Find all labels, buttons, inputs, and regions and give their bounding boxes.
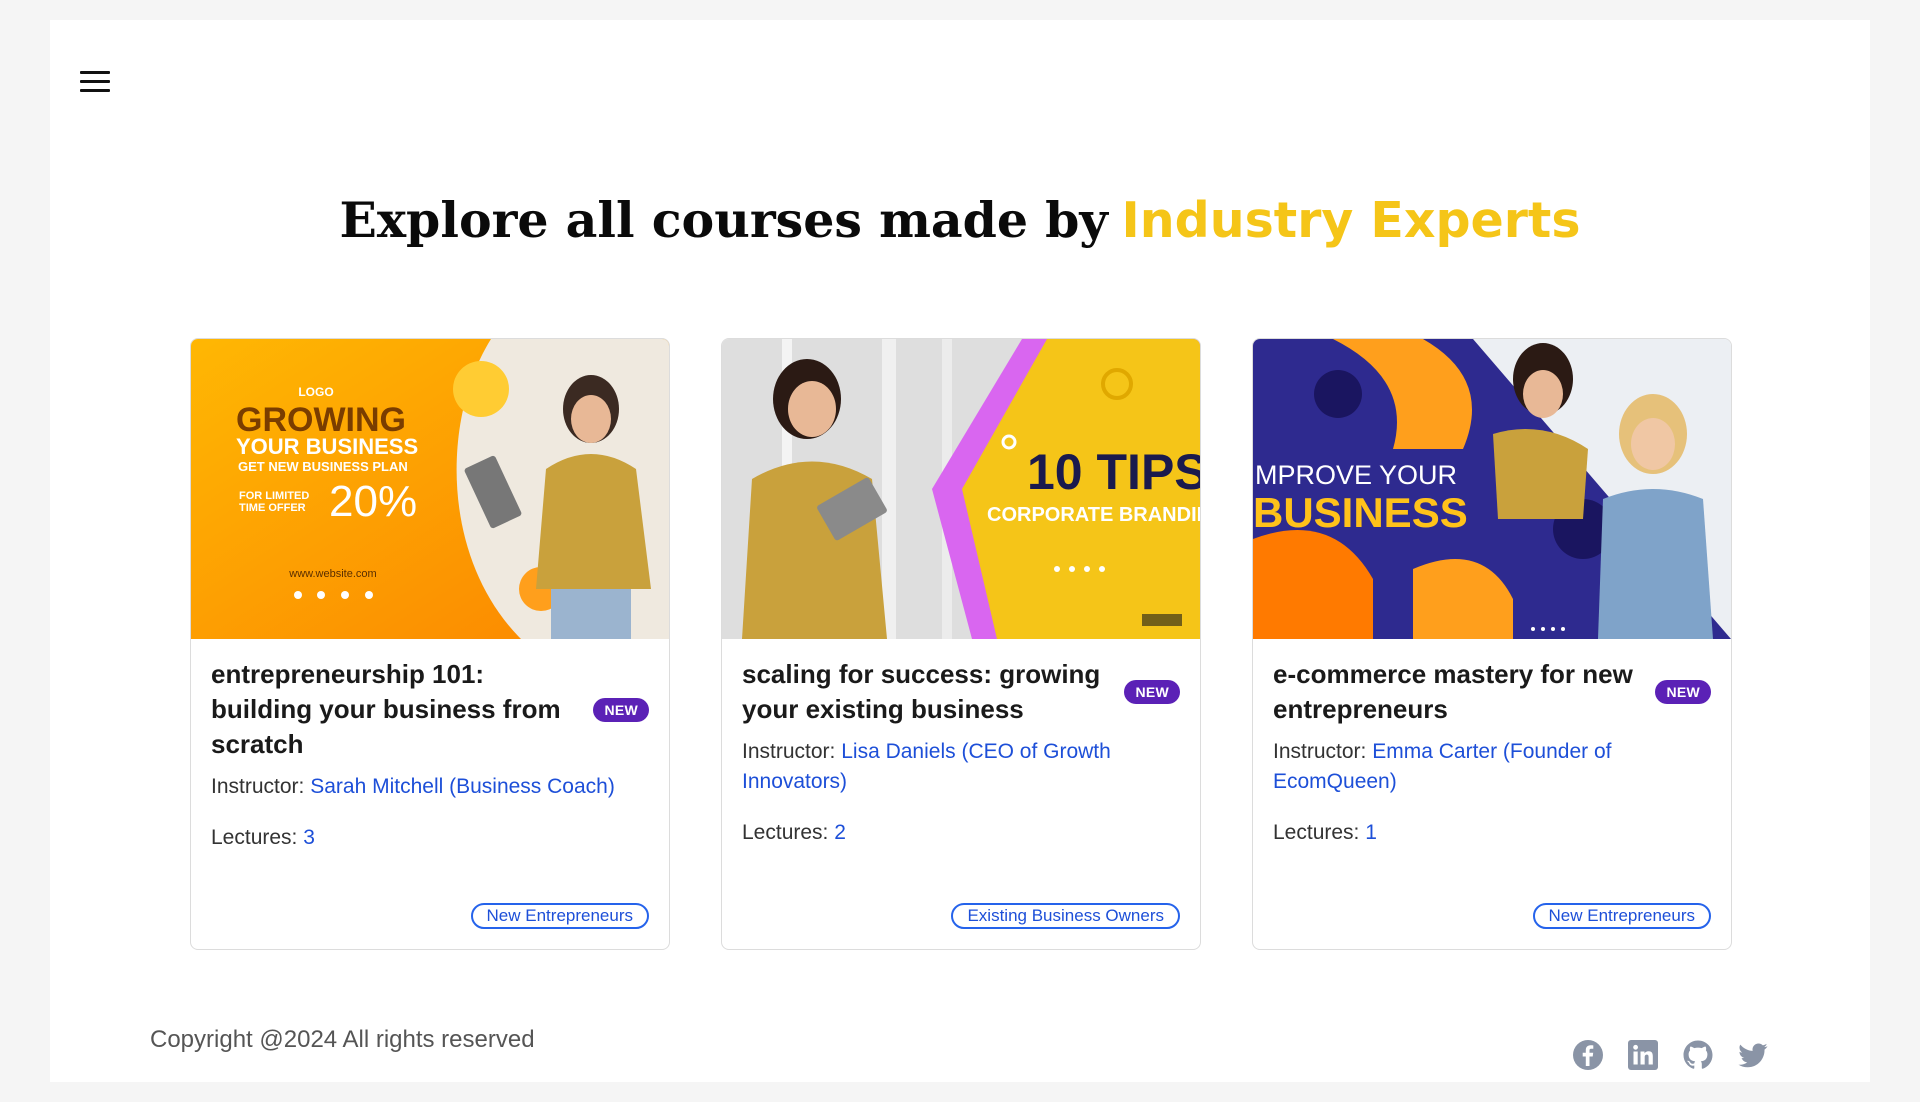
lectures-line: Lectures: 1 <box>1273 821 1711 845</box>
thumb-offer1: FOR LIMITED <box>239 490 309 502</box>
instructor-label: Instructor: <box>742 740 836 763</box>
instructor-link[interactable]: Sarah Mitchell (Business Coach) <box>310 775 615 798</box>
instructor-line: Instructor: Sarah Mitchell (Business Coa… <box>211 772 649 802</box>
heading-prefix: Explore all courses made by <box>339 191 1108 249</box>
lectures-count[interactable]: 3 <box>303 826 315 849</box>
instructor-label: Instructor: <box>211 775 305 798</box>
thumb-big: 10 TIPS <box>1027 444 1200 500</box>
thumb-offer2: TIME OFFER <box>239 502 306 514</box>
github-icon[interactable] <box>1682 1039 1714 1071</box>
thumb-line1: MPROVE YOUR <box>1255 460 1457 490</box>
lectures-line: Lectures: 3 <box>211 826 649 850</box>
new-badge: NEW <box>1124 680 1180 704</box>
course-thumbnail: 10 TIPS CORPORATE BRANDING <box>722 339 1200 639</box>
new-badge: NEW <box>1655 680 1711 704</box>
thumb-sub: CORPORATE BRANDING <box>987 504 1200 526</box>
thumb-logo: LOGO <box>298 385 333 399</box>
lectures-label: Lectures: <box>211 826 298 849</box>
course-title[interactable]: entrepreneurship 101: building your busi… <box>211 657 579 762</box>
course-title[interactable]: scaling for success: growing your existi… <box>742 657 1110 727</box>
course-thumbnail: LOGO GROWING YOUR BUSINESS GET NEW BUSIN… <box>191 339 669 639</box>
linkedin-icon[interactable] <box>1627 1039 1659 1071</box>
course-card[interactable]: LOGO GROWING YOUR BUSINESS GET NEW BUSIN… <box>190 338 670 950</box>
audience-tag[interactable]: New Entrepreneurs <box>470 903 649 929</box>
twitter-icon[interactable] <box>1737 1039 1769 1071</box>
thumb-website: www.website.com <box>288 568 376 580</box>
lectures-count[interactable]: 1 <box>1365 821 1377 844</box>
facebook-icon[interactable] <box>1572 1039 1604 1071</box>
heading-highlight: Industry Experts <box>1121 192 1581 249</box>
page-heading: Explore all courses made by Industry Exp… <box>50 190 1870 251</box>
thumb-line2: BUSINESS <box>1253 489 1468 536</box>
course-thumbnail: MPROVE YOUR BUSINESS <box>1253 339 1731 639</box>
thumb-line3: GET NEW BUSINESS PLAN <box>238 459 408 474</box>
instructor-line: Instructor: Emma Carter (Founder of Ecom… <box>1273 737 1711 797</box>
lectures-label: Lectures: <box>742 821 829 844</box>
course-list: LOGO GROWING YOUR BUSINESS GET NEW BUSIN… <box>190 338 1732 950</box>
audience-tag[interactable]: New Entrepreneurs <box>1532 903 1711 929</box>
course-card[interactable]: 10 TIPS CORPORATE BRANDING scaling for s… <box>721 338 1201 950</box>
lectures-count[interactable]: 2 <box>834 821 846 844</box>
thumb-percent: 20% <box>329 477 417 526</box>
instructor-label: Instructor: <box>1273 740 1367 763</box>
lectures-line: Lectures: 2 <box>742 821 1180 845</box>
hamburger-menu-icon[interactable] <box>78 64 112 98</box>
course-title[interactable]: e-commerce mastery for new entrepreneurs <box>1273 657 1641 727</box>
new-badge: NEW <box>593 697 649 722</box>
lectures-label: Lectures: <box>1273 821 1360 844</box>
social-links <box>1572 1039 1769 1071</box>
copyright-text: Copyright @2024 All rights reserved <box>150 1026 535 1053</box>
instructor-line: Instructor: Lisa Daniels (CEO of Growth … <box>742 737 1180 797</box>
course-card[interactable]: MPROVE YOUR BUSINESS e-commerce mastery … <box>1252 338 1732 950</box>
thumb-line2: YOUR BUSINESS <box>236 434 418 459</box>
page: Explore all courses made by Industry Exp… <box>50 20 1870 1082</box>
audience-tag[interactable]: Existing Business Owners <box>951 903 1180 929</box>
